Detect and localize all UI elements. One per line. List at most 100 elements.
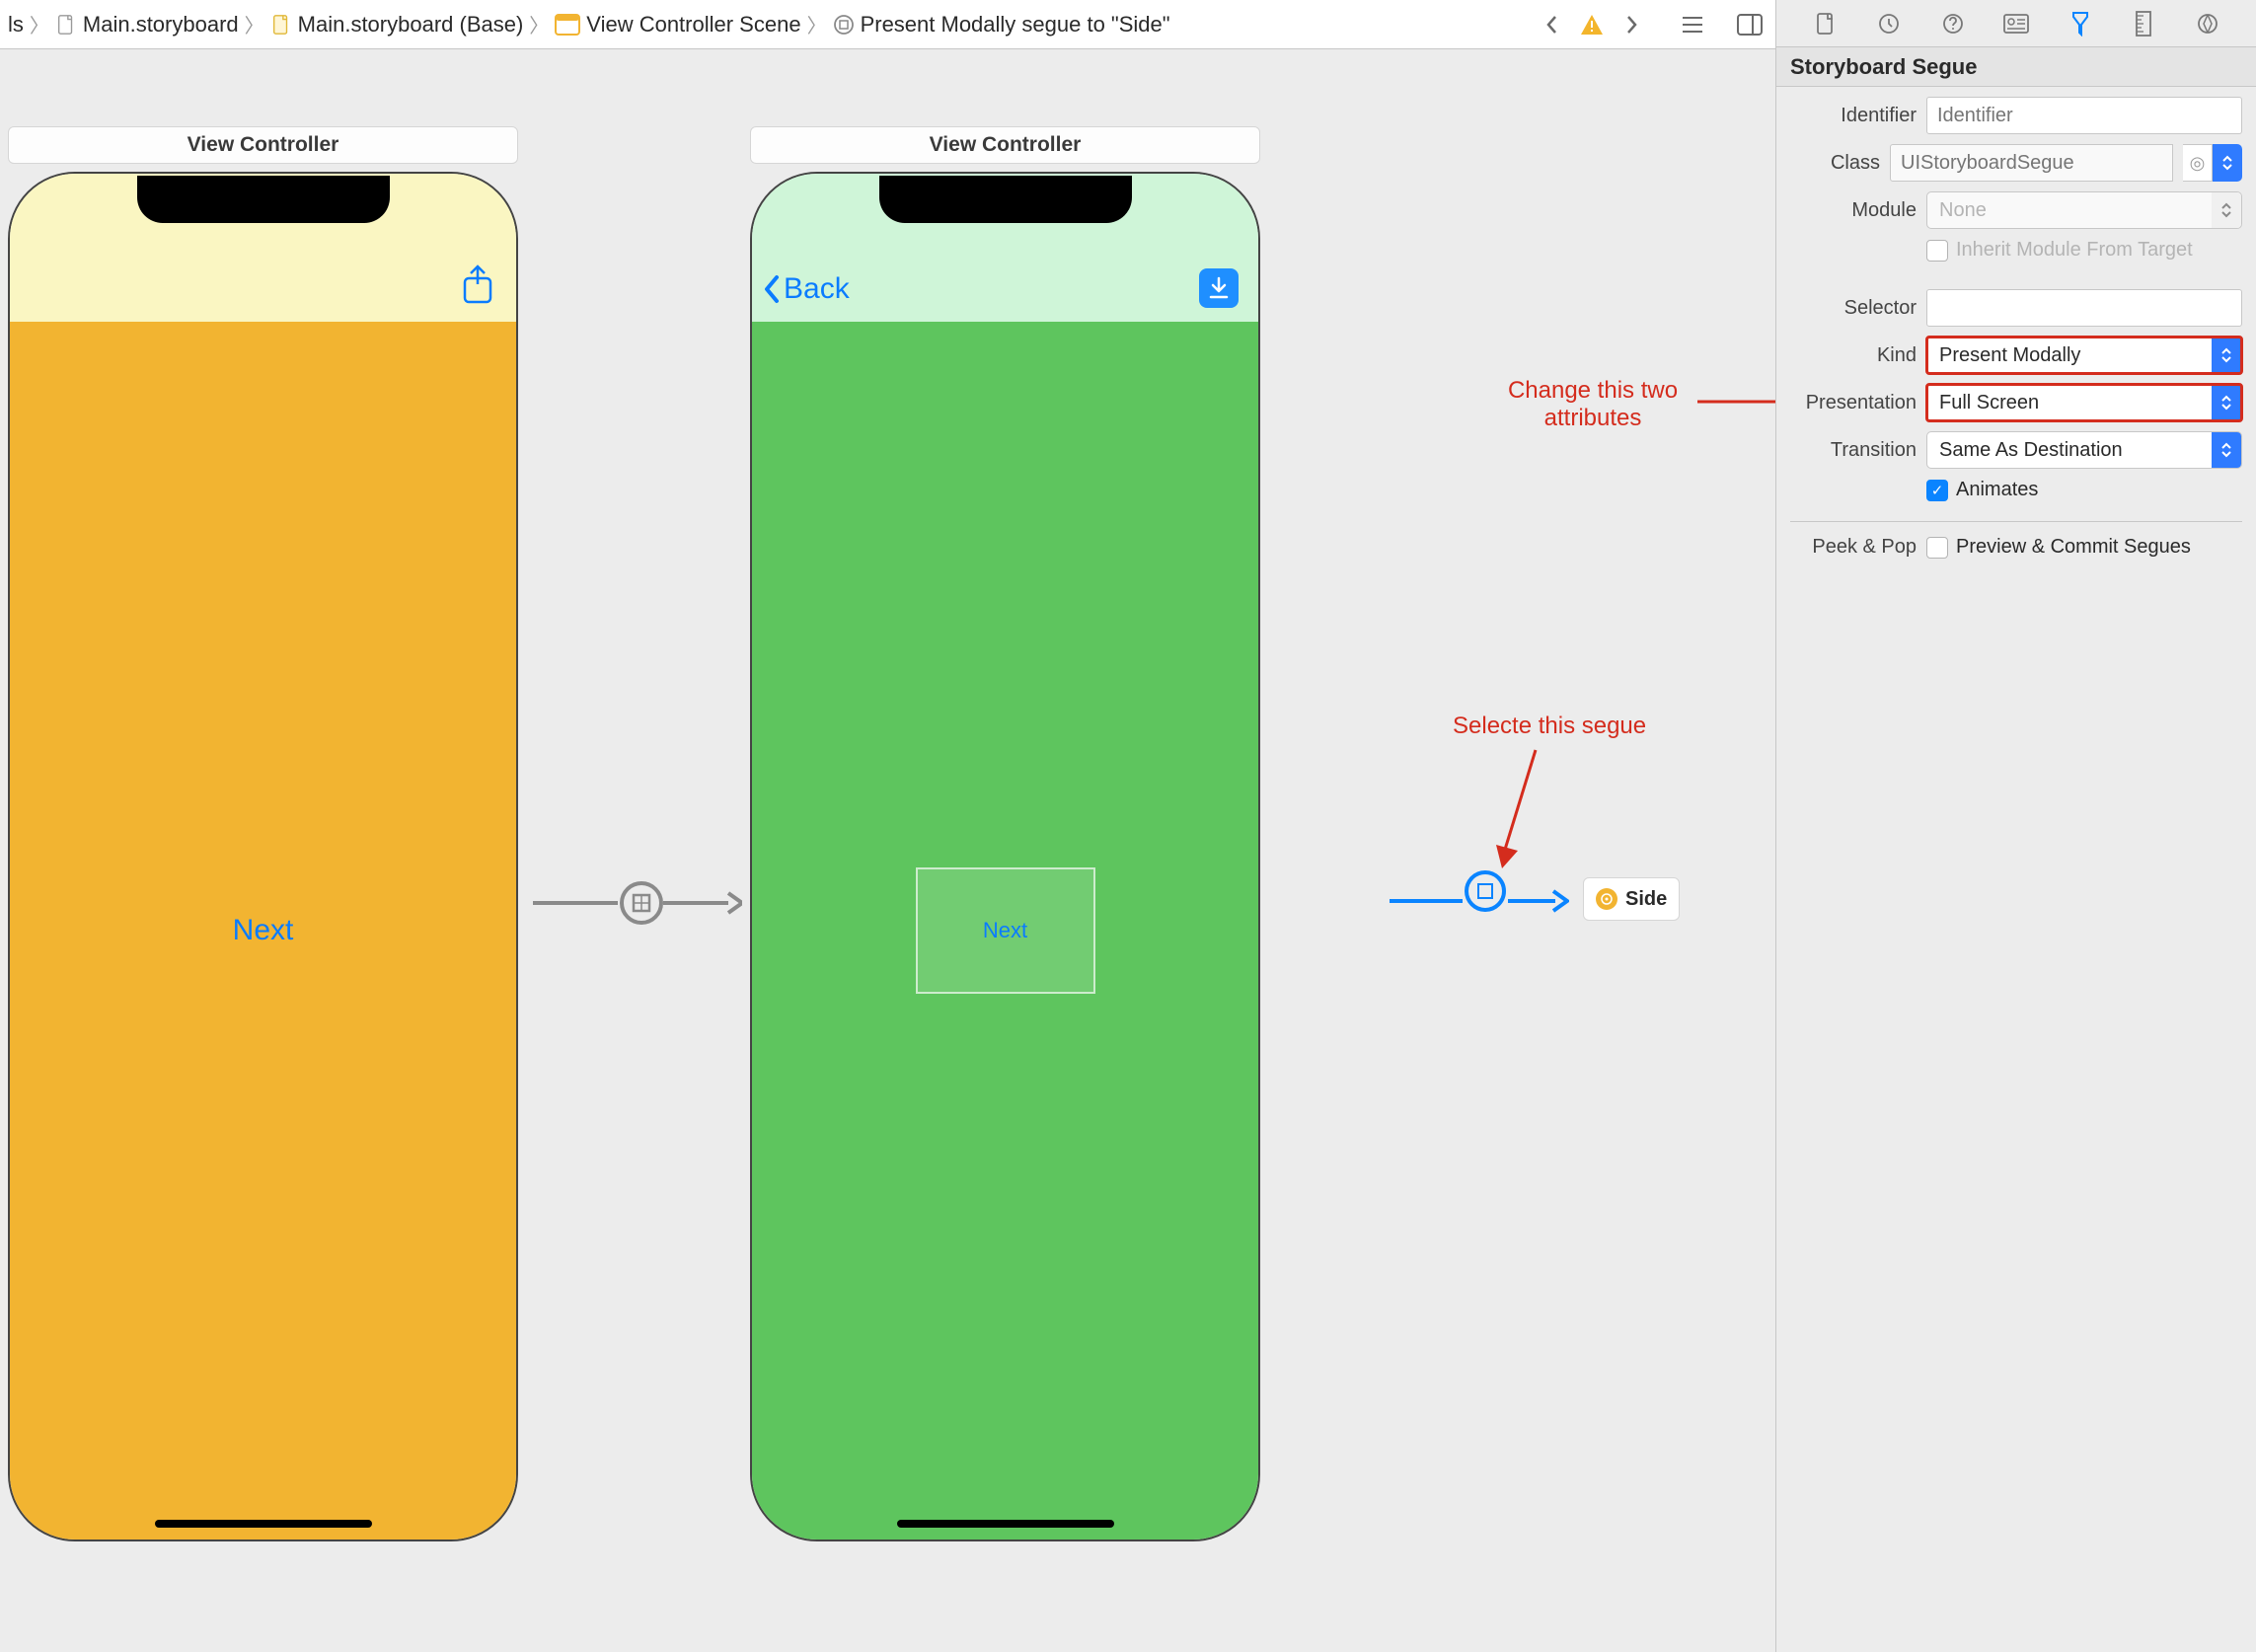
destination-scene-reference[interactable]: Side bbox=[1583, 877, 1680, 921]
class-dropdown-icon[interactable] bbox=[2213, 144, 2242, 182]
back-button[interactable]: Back bbox=[762, 272, 850, 306]
chevron-right-icon: 〉 bbox=[527, 10, 551, 38]
chevron-right-icon: 〉 bbox=[805, 10, 829, 38]
selector-field[interactable] bbox=[1926, 289, 2242, 327]
inspector-panel: Storyboard Segue Identifier Class ◎ Modu… bbox=[1776, 0, 2256, 1652]
next-label: Next bbox=[983, 918, 1027, 943]
breadcrumb-item[interactable]: ls bbox=[8, 12, 24, 38]
home-indicator bbox=[897, 1520, 1114, 1528]
kind-select[interactable]: Present Modally bbox=[1926, 337, 2242, 374]
animates-checkbox[interactable]: ✓ Animates bbox=[1926, 479, 2038, 501]
inspector-body: Identifier Class ◎ Module None bbox=[1776, 87, 2256, 568]
annotation-label: Change this two attributes bbox=[1484, 377, 1701, 432]
annotation-label: Selecte this segue bbox=[1453, 713, 1646, 739]
inspector-section-title: Storyboard Segue bbox=[1776, 47, 2256, 87]
breadcrumb-bar: ls 〉 Main.storyboard 〉 Main.storyboard (… bbox=[0, 0, 1775, 49]
history-inspector-tab[interactable] bbox=[1868, 4, 1910, 43]
module-value: None bbox=[1927, 199, 2212, 222]
inherit-module-label: Inherit Module From Target bbox=[1956, 239, 2193, 262]
peek-pop-label: Peek & Pop bbox=[1790, 536, 1917, 559]
module-label: Module bbox=[1790, 199, 1917, 222]
chevron-updown-icon bbox=[2212, 338, 2241, 373]
warning-icon[interactable] bbox=[1574, 7, 1610, 42]
destination-label: Side bbox=[1625, 888, 1667, 911]
identifier-label: Identifier bbox=[1790, 105, 1917, 127]
device-notch bbox=[879, 176, 1132, 223]
presentation-label: Presentation bbox=[1790, 392, 1917, 414]
scene-view-controller-2[interactable]: View Controller Back Nex bbox=[750, 172, 1260, 1541]
storyboard-canvas[interactable]: View Controller Next bbox=[0, 49, 1775, 1652]
adjust-editor-options-icon[interactable] bbox=[1732, 7, 1767, 42]
device-frame: Next bbox=[8, 172, 518, 1541]
module-select[interactable]: None bbox=[1926, 191, 2242, 229]
class-field[interactable] bbox=[1890, 144, 2173, 182]
previous-button[interactable] bbox=[1535, 7, 1570, 42]
scene-view-controller-1[interactable]: View Controller Next bbox=[8, 172, 518, 1541]
breadcrumb-label: View Controller Scene bbox=[586, 12, 800, 38]
breadcrumb-item[interactable]: View Controller Scene bbox=[555, 12, 800, 38]
transition-label: Transition bbox=[1790, 439, 1917, 462]
back-label: Back bbox=[784, 272, 850, 306]
breadcrumb-label: Main.storyboard bbox=[83, 12, 239, 38]
doc-items-icon[interactable] bbox=[1675, 7, 1710, 42]
chevron-updown-icon bbox=[2212, 385, 2241, 420]
segue-icon bbox=[833, 14, 855, 36]
inspector-tabs bbox=[1776, 0, 2256, 47]
device-notch bbox=[137, 176, 390, 223]
selector-label: Selector bbox=[1790, 297, 1917, 320]
scene-icon bbox=[555, 14, 580, 36]
annotation-arrow-icon bbox=[1490, 746, 1549, 874]
breadcrumb-label: Main.storyboard (Base) bbox=[298, 12, 524, 38]
scene-title-label: View Controller bbox=[188, 133, 339, 157]
chevron-right-icon: 〉 bbox=[243, 10, 266, 38]
segue-node-icon[interactable] bbox=[1465, 870, 1506, 912]
download-icon[interactable] bbox=[1199, 268, 1239, 308]
storyboard-file-icon bbox=[55, 14, 77, 36]
breadcrumb-label: ls bbox=[8, 12, 24, 38]
breadcrumb-item[interactable]: Main.storyboard (Base) bbox=[270, 12, 524, 38]
class-label: Class bbox=[1790, 152, 1880, 175]
view-body: Next bbox=[752, 322, 1258, 1539]
breadcrumb-item[interactable]: Present Modally segue to "Side" bbox=[833, 12, 1170, 38]
home-indicator bbox=[155, 1520, 372, 1528]
view-body: Next bbox=[10, 322, 516, 1539]
container-view[interactable]: Next bbox=[916, 867, 1095, 994]
next-button[interactable]: Next bbox=[233, 914, 294, 947]
transition-value: Same As Destination bbox=[1927, 439, 2212, 462]
annotation-text: Change this two attributes bbox=[1484, 377, 1701, 432]
presentation-select[interactable]: Full Screen bbox=[1926, 384, 2242, 421]
breadcrumb-item[interactable]: Main.storyboard bbox=[55, 12, 239, 38]
kind-value: Present Modally bbox=[1927, 344, 2212, 367]
inherit-module-checkbox[interactable]: Inherit Module From Target bbox=[1926, 239, 2193, 262]
file-inspector-tab[interactable] bbox=[1805, 4, 1846, 43]
share-icon[interactable] bbox=[461, 264, 494, 309]
transition-select[interactable]: Same As Destination bbox=[1926, 431, 2242, 469]
help-inspector-tab[interactable] bbox=[1932, 4, 1974, 43]
inspector-title-label: Storyboard Segue bbox=[1790, 54, 1977, 80]
identifier-field[interactable] bbox=[1926, 97, 2242, 134]
segue-arrow[interactable] bbox=[533, 881, 742, 925]
checkbox-checked-icon: ✓ bbox=[1926, 480, 1948, 501]
connections-inspector-tab[interactable] bbox=[2187, 4, 2228, 43]
attributes-inspector-tab[interactable] bbox=[2060, 4, 2101, 43]
breadcrumb-label: Present Modally segue to "Side" bbox=[861, 12, 1170, 38]
presentation-value: Full Screen bbox=[1927, 392, 2212, 414]
identity-inspector-tab[interactable] bbox=[1995, 4, 2037, 43]
preview-commit-checkbox[interactable]: Preview & Commit Segues bbox=[1926, 536, 2191, 559]
animates-label: Animates bbox=[1956, 479, 2038, 501]
checkbox-icon bbox=[1926, 240, 1948, 262]
class-jump-icon[interactable]: ◎ bbox=[2183, 144, 2213, 182]
kind-label: Kind bbox=[1790, 344, 1917, 367]
annotation-text: Selecte this segue bbox=[1453, 713, 1646, 740]
scene-title[interactable]: View Controller bbox=[8, 126, 518, 164]
chevron-updown-icon bbox=[2212, 192, 2241, 228]
preview-commit-label: Preview & Commit Segues bbox=[1956, 536, 2191, 559]
scene-title[interactable]: View Controller bbox=[750, 126, 1260, 164]
next-button[interactable] bbox=[1614, 7, 1649, 42]
annotation-arrow-icon bbox=[1697, 387, 1775, 416]
scene-title-label: View Controller bbox=[930, 133, 1082, 157]
storyboard-base-icon bbox=[270, 14, 292, 36]
size-inspector-tab[interactable] bbox=[2123, 4, 2164, 43]
vc-icon bbox=[1596, 888, 1617, 910]
chevron-updown-icon bbox=[2212, 432, 2241, 468]
